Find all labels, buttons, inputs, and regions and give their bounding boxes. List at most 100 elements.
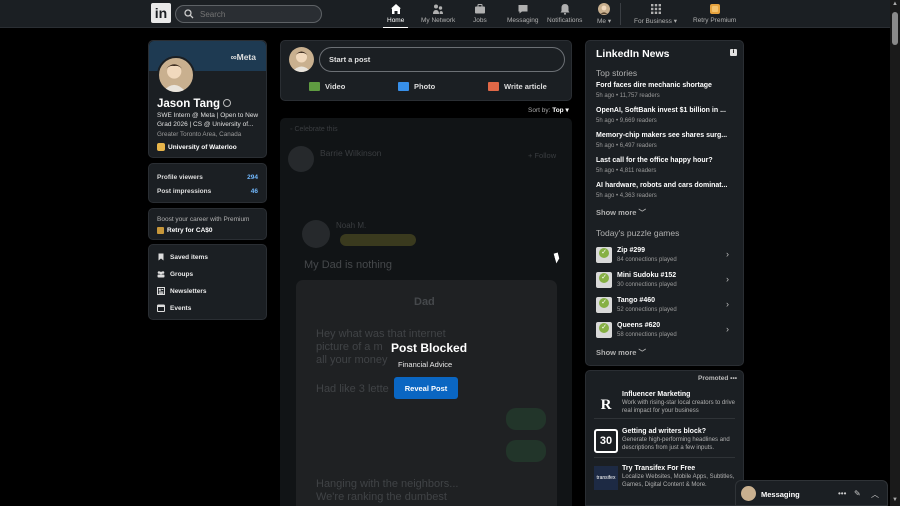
school-logo-icon [157, 143, 165, 151]
games-show-more-label: Show more [596, 348, 637, 357]
messaging-icon [518, 5, 528, 14]
news-headline[interactable]: Ford faces dire mechanic shortage [596, 82, 712, 89]
post-blocked-reason: Financial Advice [398, 360, 453, 369]
linkedin-logo[interactable]: in [151, 3, 171, 23]
nav-me[interactable]: Me ▾ [597, 3, 611, 28]
game-name[interactable]: Mini Sudoku #152 [617, 272, 676, 279]
news-meta: 5h ago • 6,497 readers [596, 143, 657, 149]
news-meta: 5h ago • 4,363 readers [596, 193, 657, 199]
divider [594, 457, 735, 458]
photo-button[interactable]: Photo [398, 82, 435, 91]
ad-name[interactable]: Influencer Marketing [622, 391, 690, 398]
search-icon [184, 9, 194, 19]
chat-line-1: Hey what was that internet [316, 328, 446, 340]
video-button[interactable]: Video [309, 82, 345, 91]
reveal-post-button[interactable]: Reveal Post [394, 377, 458, 399]
news-headline[interactable]: Last call for the office happy hour? [596, 157, 713, 164]
newsletter-icon [157, 287, 165, 295]
compose-icon[interactable]: ✎ [854, 489, 861, 498]
ad-logo: transifex [594, 466, 618, 490]
game-name[interactable]: Queens #620 [617, 322, 660, 329]
news-show-more-button[interactable]: Show more ﹀ [596, 207, 646, 218]
news-headline[interactable]: AI hardware, robots and cars dominat... [596, 182, 727, 189]
news-card: LinkedIn News i Top stories Ford faces d… [585, 40, 744, 366]
author-name[interactable]: Barrie Wilkinson [320, 148, 381, 158]
meta-logo-text: Meta [236, 52, 256, 62]
games-show-more-button[interactable]: Show more ﹀ [596, 347, 646, 358]
messaging-label[interactable]: Messaging [761, 490, 800, 499]
network-icon [433, 4, 444, 14]
link-groups[interactable]: Groups [157, 270, 193, 278]
profile-avatar[interactable] [157, 56, 195, 94]
news-headline[interactable]: OpenAI, SoftBank invest $1 billion in ..… [596, 107, 726, 114]
stat-profile-viewers[interactable]: Profile viewers 294 [157, 174, 258, 181]
nav-retry-premium[interactable]: Retry Premium [693, 3, 736, 28]
nav-notifications[interactable]: Notifications [547, 3, 582, 28]
profile-name[interactable]: Jason Tang [157, 98, 220, 110]
reposter-name[interactable]: Noah M. [336, 221, 366, 230]
messaging-overlay[interactable]: Messaging ••• ✎ ︿ [735, 480, 888, 506]
write-article-button[interactable]: Write article [488, 82, 547, 91]
nav-jobs[interactable]: Jobs [473, 3, 487, 28]
chat-line-6: We're ranking the dumbest [316, 491, 447, 503]
ad-name[interactable]: Getting ad writers block? [622, 428, 706, 435]
more-options-icon[interactable]: ••• [838, 489, 846, 498]
profile-card[interactable]: ∞Meta Jason Tang SWE Intern @ Meta | Ope… [148, 40, 267, 158]
write-article-label: Write article [504, 82, 547, 91]
queens-game-icon [596, 322, 612, 338]
nav-for-business-label: For Business ▾ [634, 18, 677, 25]
avatar-photo [292, 51, 311, 72]
more-options-icon[interactable]: ••• [730, 375, 737, 382]
page-scrollbar[interactable]: ▲ ▼ [890, 0, 900, 506]
nav-my-network[interactable]: My Network [421, 3, 455, 28]
nav-messaging-label: Messaging [507, 17, 539, 24]
nav-jobs-label: Jobs [473, 17, 487, 24]
premium-icon [157, 227, 164, 234]
sort-by-dropdown[interactable]: Sort by: Top ▾ [528, 106, 569, 114]
nav-divider [620, 3, 621, 25]
premium-text: Boost your career with Premium [157, 216, 250, 223]
profile-name-row[interactable]: Jason Tang [157, 98, 232, 110]
scroll-up-arrow[interactable]: ▲ [892, 1, 898, 7]
verified-badge-icon [223, 99, 232, 107]
composer-avatar[interactable] [289, 47, 314, 72]
news-title: LinkedIn News [596, 48, 670, 60]
stat-profile-viewers-value: 294 [247, 174, 258, 181]
sort-by-label: Sort by: [528, 107, 551, 114]
ad-name[interactable]: Try Transifex For Free [622, 465, 695, 472]
start-post-button[interactable]: Start a post [319, 47, 565, 72]
top-stories-heading: Top stories [596, 68, 638, 78]
scroll-down-arrow[interactable]: ▼ [892, 497, 898, 503]
link-saved-items[interactable]: Saved items [157, 253, 208, 261]
game-name[interactable]: Zip #299 [617, 247, 645, 254]
chevron-down-icon: ﹀ [638, 208, 647, 217]
reposter-badge [340, 234, 416, 246]
link-events[interactable]: Events [157, 304, 191, 312]
reposter-avatar[interactable] [302, 220, 330, 248]
chevron-up-icon[interactable]: ︿ [871, 489, 879, 500]
premium-cta[interactable]: Retry for CA$0 [157, 227, 213, 234]
link-newsletters[interactable]: Newsletters [157, 287, 207, 295]
follow-button[interactable]: + Follow [528, 151, 556, 160]
post-blocked-title: Post Blocked [391, 341, 468, 355]
search-input[interactable] [200, 9, 310, 19]
puzzle-games-heading: Today's puzzle games [596, 228, 680, 238]
stat-post-impressions[interactable]: Post impressions 46 [157, 188, 258, 195]
nav-for-business[interactable]: For Business ▾ [634, 3, 677, 28]
divider [594, 418, 735, 419]
author-avatar[interactable] [288, 146, 314, 172]
info-icon[interactable]: i [730, 49, 737, 56]
profile-school[interactable]: University of Waterloo [157, 143, 237, 151]
scrollbar-thumb[interactable] [892, 12, 898, 45]
nav-home[interactable]: Home [382, 3, 409, 28]
ad-logo: 30 [594, 429, 618, 453]
ad-description: Work with rising-star local creators to … [622, 400, 735, 414]
game-name[interactable]: Tango #460 [617, 297, 655, 304]
game-meta: 58 connections played [617, 332, 677, 338]
post-caption: My Dad is nothing [304, 259, 393, 271]
nav-messaging[interactable]: Messaging [507, 3, 538, 28]
news-headline[interactable]: Memory-chip makers see shares surg... [596, 132, 727, 139]
photo-icon [398, 82, 409, 91]
search-box[interactable] [175, 5, 322, 23]
premium-card[interactable]: Boost your career with Premium Retry for… [148, 208, 267, 240]
